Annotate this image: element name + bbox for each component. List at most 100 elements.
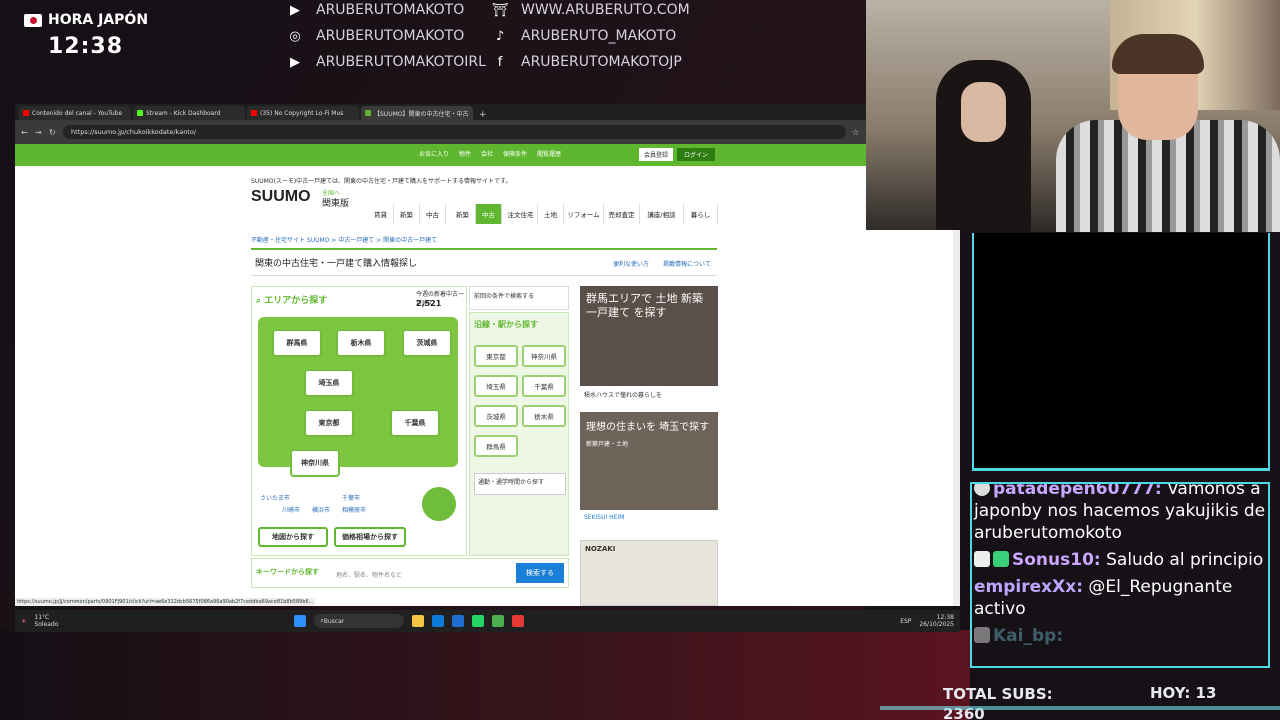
history-link[interactable]: 閲覧履歴	[537, 149, 561, 161]
rail-pref-button[interactable]: 茨城県	[474, 405, 518, 427]
pref-tochigi[interactable]: 栃木県	[336, 329, 386, 357]
facebook-icon: f	[497, 54, 503, 70]
gift-badge-icon	[993, 551, 1009, 567]
status-url: https://suumo.jp/jj/common/parts/0901FJ9…	[15, 598, 316, 606]
chat-message: Sonus10: Saludo al principio	[974, 549, 1266, 571]
pref-gunma[interactable]: 群馬県	[272, 329, 322, 357]
help-link[interactable]: 便利な使い方	[613, 259, 649, 268]
app-icon[interactable]	[512, 615, 525, 627]
nav-used-mansion[interactable]: 中古	[420, 204, 446, 224]
youtube-icon: ▶	[290, 2, 300, 18]
social-youtube-irl: ▶ ARUBERUTOMAKOTOIRL	[286, 52, 486, 72]
social-facebook: f ARUBERUTOMAKOTOJP	[491, 52, 682, 72]
instagram-icon: ◎	[289, 28, 301, 44]
weather-widget[interactable]: 11°C Soleado	[34, 614, 58, 628]
suumo-mascot	[422, 487, 456, 521]
forward-icon[interactable]: →	[35, 128, 43, 137]
company-link[interactable]: 会社	[481, 149, 493, 161]
tab-suumo[interactable]: 【SUUMO】関東の中古住宅・中古	[361, 106, 473, 120]
pref-kanagawa[interactable]: 神奈川県	[290, 449, 340, 477]
file-explorer-icon[interactable]	[412, 615, 425, 627]
taskbar-clock[interactable]: 12:38 26/10/2025	[919, 614, 954, 628]
social-youtube: ▶ ARUBERUTOMAKOTO	[286, 0, 464, 20]
reload-icon[interactable]: ↻	[49, 128, 57, 137]
outlook-icon[interactable]	[452, 615, 465, 627]
glow-line	[880, 706, 1280, 710]
star-icon[interactable]: ☆	[852, 128, 860, 137]
info-link[interactable]: 掲載情報について	[663, 259, 711, 268]
price-search-button[interactable]: 価格相場から探す	[334, 527, 406, 547]
language-indicator[interactable]: ESP	[900, 618, 911, 625]
breadcrumb[interactable]: 不動産・住宅サイト SUUMO > 中古一戸建て > 関東の中古一戸建て	[251, 235, 437, 244]
tab-lofi[interactable]: (35) No Copyright Lo-Fi Mus	[247, 106, 359, 120]
login-button[interactable]: ログイン	[677, 148, 715, 161]
nav-life[interactable]: 暮らし	[684, 204, 718, 224]
rail-search-box: 沿線・駅から探す 東京都 神奈川県 埼玉県 千葉県 茨城県 栃木県 群馬県 通勤…	[469, 312, 569, 556]
keyword-input[interactable]: 地名、駅名、物件名など	[336, 570, 402, 579]
social-website: ⛩ WWW.ARUBERUTO.COM	[491, 2, 690, 18]
weather-icon[interactable]: ☀	[21, 618, 26, 625]
city-link[interactable]: 千葉市	[342, 493, 360, 502]
commute-search-button[interactable]: 通勤・通学時間から探す	[474, 473, 566, 495]
chat-message: Kai_bp:	[974, 625, 1266, 647]
rail-pref-button[interactable]: 東京都	[474, 345, 518, 367]
nav-land[interactable]: 土地	[538, 204, 564, 224]
pref-ibaraki[interactable]: 茨城県	[402, 329, 452, 357]
whatsapp-icon[interactable]	[472, 615, 485, 627]
city-link[interactable]: 横浜市	[312, 505, 330, 514]
city-link[interactable]: 川崎市	[282, 505, 300, 514]
nav-used-house[interactable]: 中古	[476, 204, 502, 224]
nav-rent[interactable]: 賃貸	[368, 204, 394, 224]
nav-sell[interactable]: 売却査定	[604, 204, 640, 224]
pref-saitama[interactable]: 埼玉県	[304, 369, 354, 397]
city-link[interactable]: さいたま市	[260, 493, 290, 502]
pref-tokyo[interactable]: 東京都	[304, 409, 354, 437]
ad-banner-1[interactable]: 群馬エリアで 土地 新築一戸建て を探す 積水ハウスで憧れの暮らしを	[580, 286, 718, 402]
taskbar-search[interactable]: ⌕ Buscar	[314, 614, 405, 628]
keyword-search-box: キーワードから探す 地名、駅名、物件名など 検索する	[251, 558, 569, 588]
ad-banner-2[interactable]: 理想の住まいを 埼玉で探す 新築戸建・土地 SEKISUI HEIM	[580, 412, 718, 526]
windows-taskbar: ☀ 11°C Soleado ⌕ Buscar ESP 12:38 26/10/20…	[15, 610, 960, 632]
favorites-link[interactable]: お気に入り	[419, 149, 449, 161]
map-search-button[interactable]: 地図から探す	[258, 527, 328, 547]
suumo-logo[interactable]: SUUMO	[251, 188, 311, 206]
register-button[interactable]: 会員登録	[639, 148, 673, 161]
social-instagram: ◎ ARUBERUTOMAKOTO	[286, 26, 464, 46]
nav-new-mansion[interactable]: 新築	[394, 204, 420, 224]
scrollbar[interactable]	[953, 230, 960, 606]
tab-kick[interactable]: Stream - Kick Dashboard	[133, 106, 245, 120]
ad-banner-3[interactable]: NOZAKI	[580, 540, 718, 606]
tab-youtube[interactable]: Contenido del canal - YouTube	[19, 106, 131, 120]
rail-pref-button[interactable]: 埼玉県	[474, 375, 518, 397]
pref-chiba[interactable]: 千葉県	[390, 409, 440, 437]
youtube-icon: ▶	[290, 54, 300, 70]
tiktok-icon: ♪	[495, 28, 505, 44]
new-tab-button[interactable]: +	[475, 110, 487, 120]
social-tiktok: ♪ ARUBERUTO_MAKOTO	[491, 26, 676, 46]
search-button[interactable]: 検索する	[516, 563, 564, 583]
address-row: ← → ↻ https://suumo.jp/chukoikkodate/kan…	[15, 120, 866, 144]
city-link[interactable]: 相模原市	[342, 505, 366, 514]
property-link[interactable]: 物件	[459, 149, 471, 161]
rail-pref-button[interactable]: 栃木県	[522, 405, 566, 427]
japan-clock-time: 12:38	[48, 34, 124, 59]
back-icon[interactable]: ←	[21, 128, 29, 137]
url-bar[interactable]: https://suumo.jp/chukoikkodate/kanto/	[63, 125, 846, 139]
nav-custom-home[interactable]: 注文住宅	[504, 204, 538, 224]
saved-search-link[interactable]: 保険条件	[503, 149, 527, 161]
chrome-icon[interactable]	[492, 615, 505, 627]
search-icon: ⌕	[256, 296, 262, 306]
avatar	[974, 484, 990, 496]
recent-search-button[interactable]: 前回の条件で検索する	[469, 286, 569, 310]
rail-pref-button[interactable]: 神奈川県	[522, 345, 566, 367]
mask-badge-icon	[974, 551, 990, 567]
nav-consult[interactable]: 講座/相談	[640, 204, 684, 224]
nav-new-house[interactable]: 新築	[450, 204, 476, 224]
nav-reform[interactable]: リフォーム	[564, 204, 604, 224]
rail-pref-button[interactable]: 群馬県	[474, 435, 518, 457]
windows-start-icon[interactable]	[294, 615, 307, 627]
total-subs: TOTAL SUBS: 2360	[943, 685, 1053, 720]
rail-pref-button[interactable]: 千葉県	[522, 375, 566, 397]
suumo-page-body: 不動産・住宅サイト SUUMO > 中古一戸建て > 関東の中古一戸建て 関東の…	[15, 230, 960, 606]
edge-icon[interactable]	[432, 615, 445, 627]
